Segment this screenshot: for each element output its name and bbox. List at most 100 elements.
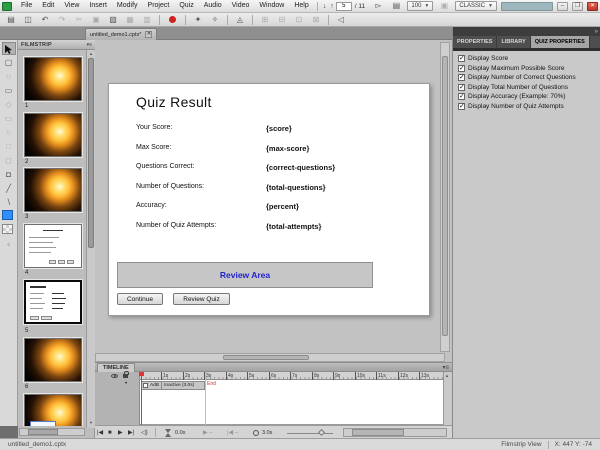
menu-quiz[interactable]: Quiz xyxy=(174,0,198,12)
restore-button[interactable]: ❐ xyxy=(572,2,583,11)
stamp-tool[interactable]: ◘ xyxy=(2,168,16,181)
scroll-up-icon[interactable]: ▲ xyxy=(445,373,449,378)
paste-icon[interactable]: ▨ xyxy=(106,14,120,26)
checkbox-checked[interactable]: ✓ xyxy=(458,103,465,110)
menu-modify[interactable]: Modify xyxy=(112,0,143,12)
option-display-correct-questions[interactable]: ✓ Display Number of Correct Questions xyxy=(458,74,576,81)
open-icon[interactable]: ▤ xyxy=(4,14,18,26)
canvas-horizontal-scrollbar[interactable] xyxy=(95,353,445,362)
slide-thumbnail-5-selected[interactable] xyxy=(24,280,82,324)
option-display-quiz-attempts[interactable]: ✓ Display Number of Quiz Attempts xyxy=(458,103,564,110)
menu-help[interactable]: Help xyxy=(289,0,313,12)
quiz-attempts-label[interactable]: Number of Quiz Attempts: xyxy=(136,222,216,229)
eyedropper-tool[interactable]: ∖ xyxy=(2,196,16,209)
timeline-object-bar[interactable]: AdB Inactive (3.0s) xyxy=(141,381,205,390)
canvas-vertical-scrollbar[interactable] xyxy=(440,42,450,352)
undo-icon[interactable]: ↶ xyxy=(38,14,52,26)
max-score-value[interactable]: {max-score} xyxy=(266,144,309,153)
document-tab[interactable]: untitled_demo1.cptx* ✕ xyxy=(85,28,157,40)
timeline-ruler[interactable]: 1s 2s 3s 4s 5s 6s 7s 8s 9s 10s 11s 12s 1… xyxy=(140,372,443,380)
max-score-label[interactable]: Max Score: xyxy=(136,144,171,151)
mute-button[interactable]: ◁) xyxy=(141,429,148,437)
slide-stage[interactable]: Quiz Result Your Score: {score} Max Scor… xyxy=(108,83,430,316)
minimize-button[interactable]: – xyxy=(557,2,568,11)
filmstrip-horizontal-scrollbar[interactable] xyxy=(19,428,85,436)
menu-view[interactable]: View xyxy=(59,0,84,12)
publish-folder-icon[interactable]: ▤ xyxy=(389,0,403,12)
slide-thumbnail-2[interactable] xyxy=(24,113,82,157)
lock-icon[interactable] xyxy=(123,374,128,378)
option-display-max-score[interactable]: ✓ Display Maximum Possible Score xyxy=(458,65,564,72)
eye-icon[interactable] xyxy=(111,374,118,378)
save-icon[interactable]: ◫ xyxy=(21,14,35,26)
scroll-down-icon[interactable]: ▼ xyxy=(89,420,93,425)
scrollbar-thumb[interactable] xyxy=(442,56,448,336)
selection-tool[interactable] xyxy=(2,42,16,55)
timeline-tab[interactable]: TIMELINE xyxy=(97,363,135,372)
play-button[interactable]: ▶ xyxy=(118,429,123,437)
audio-toolbar-icon[interactable]: ◁ xyxy=(334,14,348,26)
slide-number-input[interactable] xyxy=(336,2,352,11)
checkbox-checked[interactable]: ✓ xyxy=(458,93,465,100)
previous-slide-icon[interactable]: ↓ xyxy=(321,3,329,10)
stroke-color-swatch[interactable] xyxy=(2,224,16,237)
menu-audio[interactable]: Audio xyxy=(199,0,227,12)
next-slide-icon[interactable]: ↑ xyxy=(328,3,336,10)
stop-button[interactable]: ■ xyxy=(108,429,112,437)
mouse-capture-icon[interactable]: ✦ xyxy=(191,14,205,26)
tab-library[interactable]: LIBRARY xyxy=(497,36,530,48)
timeline-vertical-scrollbar[interactable]: ▲ xyxy=(443,372,452,425)
quiz-attempts-value[interactable]: {total-attempts} xyxy=(266,222,321,231)
checkbox-checked[interactable]: ✓ xyxy=(458,55,465,62)
line-tool[interactable]: ╱ xyxy=(2,182,16,195)
checkbox-checked[interactable]: ✓ xyxy=(458,65,465,72)
timeline-horizontal-scrollbar[interactable] xyxy=(343,428,447,437)
fill-color-swatch[interactable] xyxy=(2,210,16,223)
preview-icon[interactable]: ▻ xyxy=(371,0,385,12)
record-icon[interactable] xyxy=(169,16,176,23)
close-button[interactable]: × xyxy=(587,2,598,11)
menu-video[interactable]: Video xyxy=(227,0,255,12)
menu-file[interactable]: File xyxy=(16,0,37,12)
accuracy-value[interactable]: {percent} xyxy=(266,202,299,211)
timeline-zoom-slider[interactable] xyxy=(287,433,333,434)
interaction-icon[interactable]: ✧ xyxy=(208,14,222,26)
menu-edit[interactable]: Edit xyxy=(37,0,59,12)
filmstrip-header[interactable]: FILMSTRIP ▾≡ xyxy=(18,40,95,50)
scrollbar-thumb[interactable] xyxy=(223,355,309,360)
slide-thumbnail-6[interactable] xyxy=(24,338,82,382)
total-questions-value[interactable]: {total-questions} xyxy=(266,183,326,192)
collapse-panels-icon[interactable]: » xyxy=(595,29,598,35)
continue-button[interactable]: Continue xyxy=(117,293,163,305)
panel-menu-icon[interactable]: ▾≡ xyxy=(87,42,92,48)
swap-colors-icon[interactable]: ◦ xyxy=(2,238,16,251)
quiz-result-title[interactable]: Quiz Result xyxy=(136,94,212,110)
score-label[interactable]: Your Score: xyxy=(136,124,172,131)
highlight-box-tool[interactable]: ▭ xyxy=(2,84,16,97)
checkbox-checked[interactable]: ✓ xyxy=(458,84,465,91)
option-display-accuracy[interactable]: ✓ Display Accuracy (Example: 70%) xyxy=(458,93,566,100)
track-visibility-dot[interactable]: • xyxy=(125,381,127,387)
scrollbar-thumb[interactable] xyxy=(88,58,94,248)
playhead-handle[interactable] xyxy=(139,372,144,376)
caption-tool[interactable]: ▢ xyxy=(2,56,16,69)
slide-thumbnail-4[interactable] xyxy=(24,224,82,268)
scrollbar-thumb[interactable] xyxy=(28,429,58,435)
go-to-start-button[interactable]: |◀ xyxy=(97,429,103,437)
menu-window[interactable]: Window xyxy=(254,0,289,12)
tab-properties[interactable]: PROPERTIES xyxy=(453,36,497,48)
scroll-up-icon[interactable]: ▲ xyxy=(89,51,93,56)
total-questions-label[interactable]: Number of Questions: xyxy=(136,183,204,190)
slide-thumbnail-3[interactable] xyxy=(24,168,82,212)
tab-quiz-properties[interactable]: QUIZ PROPERTIES xyxy=(531,36,590,48)
publish-icon[interactable]: ◬ xyxy=(233,14,247,26)
close-tab-icon[interactable]: ✕ xyxy=(145,31,152,38)
slide-thumbnail-1[interactable] xyxy=(24,57,82,101)
workspace-search-input[interactable] xyxy=(501,2,553,11)
questions-correct-label[interactable]: Questions Correct: xyxy=(136,163,194,170)
checkbox-unchecked[interactable] xyxy=(143,383,148,388)
review-quiz-button[interactable]: Review Quiz xyxy=(173,293,230,305)
filmstrip-vertical-scrollbar[interactable]: ▲ ▼ xyxy=(86,50,95,428)
scrollbar-thumb[interactable] xyxy=(352,429,404,436)
zoom-select[interactable]: 100▼ xyxy=(407,1,433,11)
